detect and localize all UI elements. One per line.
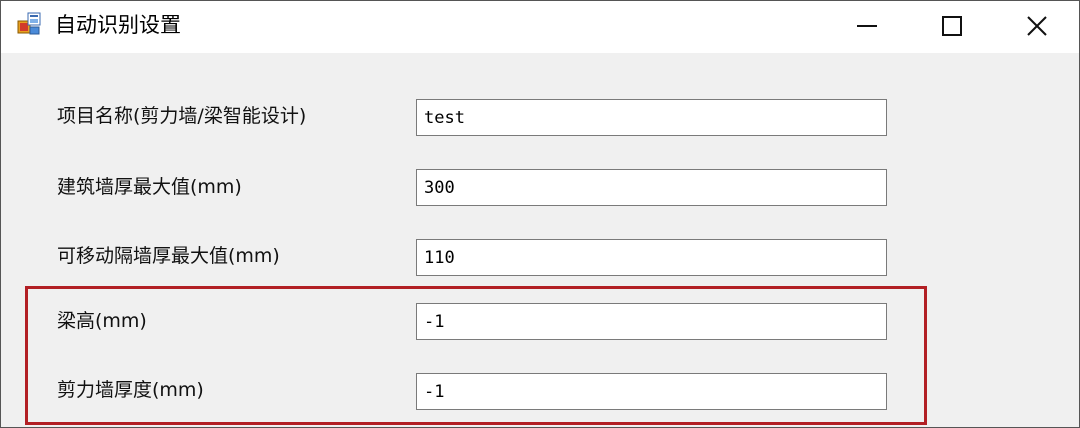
movable-partition-max-input[interactable] xyxy=(416,239,887,276)
minimize-button[interactable] xyxy=(827,1,907,51)
beam-height-input[interactable] xyxy=(416,303,887,340)
shear-wall-thickness-input[interactable] xyxy=(416,373,887,410)
movable-partition-max-label: 可移动隔墙厚最大值(mm) xyxy=(57,245,280,267)
close-icon xyxy=(1027,16,1047,36)
project-name-label: 项目名称(剪力墙/梁智能设计) xyxy=(57,105,307,127)
building-wall-max-label: 建筑墙厚最大值(mm) xyxy=(57,176,242,198)
shear-wall-thickness-label: 剪力墙厚度(mm) xyxy=(57,379,204,401)
maximize-icon xyxy=(942,16,962,36)
building-wall-max-input[interactable] xyxy=(416,169,887,206)
close-button[interactable] xyxy=(997,1,1077,51)
maximize-button[interactable] xyxy=(912,1,992,51)
beam-height-label: 梁高(mm) xyxy=(57,310,147,332)
project-name-input[interactable] xyxy=(416,99,887,136)
app-icon xyxy=(17,12,41,36)
form-panel: 项目名称(剪力墙/梁智能设计) 建筑墙厚最大值(mm) 可移动隔墙厚最大值(mm… xyxy=(1,53,1079,427)
title-bar[interactable]: 自动识别设置 xyxy=(1,1,1079,53)
window-title: 自动识别设置 xyxy=(55,13,181,37)
settings-window: 自动识别设置 项目名称(剪力墙/梁智能设计) 建筑墙厚最大值(mm) 可移动隔墙… xyxy=(0,0,1080,428)
minimize-icon xyxy=(857,25,877,27)
